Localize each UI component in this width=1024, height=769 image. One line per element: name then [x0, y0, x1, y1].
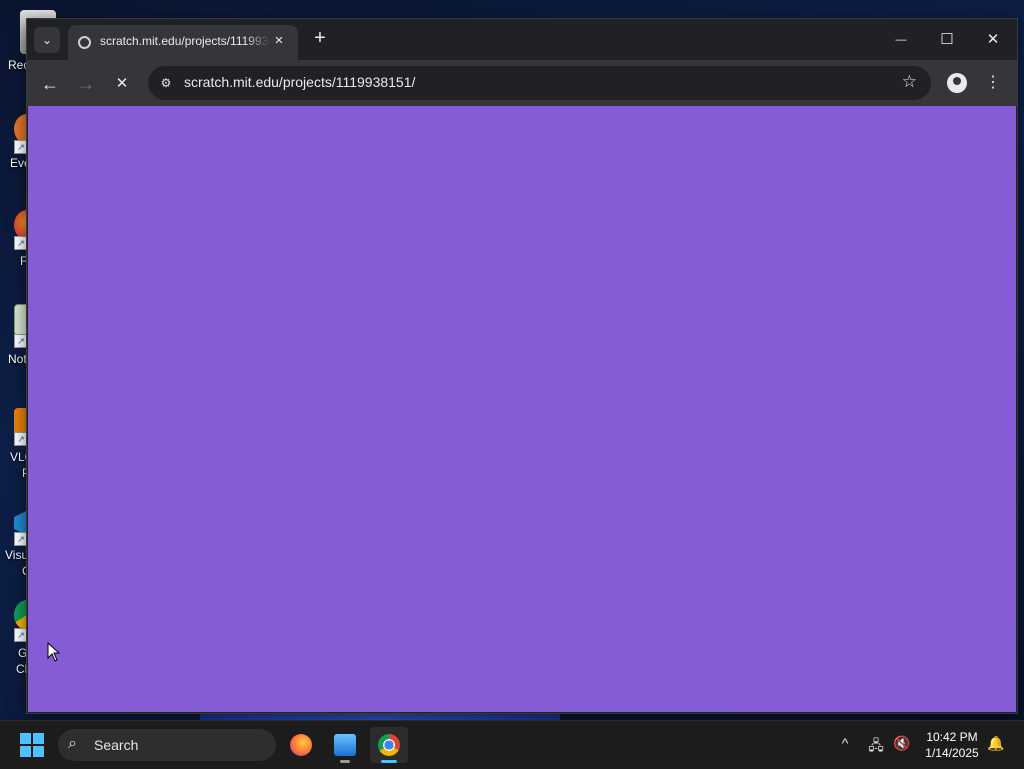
tab-active[interactable]: scratch.mit.edu/projects/1119938151/ ×	[68, 25, 298, 60]
shortcut-arrow-icon: ↗	[14, 334, 28, 348]
taskbar-clock[interactable]: 10:42 PM 1/14/2025	[916, 729, 988, 761]
tab-search-button[interactable]: ⌄	[34, 27, 60, 53]
show-hidden-icons-button[interactable]: ^	[835, 735, 855, 751]
chrome-icon	[378, 734, 400, 756]
clock-date: 1/14/2025	[925, 746, 979, 760]
running-indicator	[340, 760, 350, 763]
windows-logo-icon	[20, 733, 31, 744]
taskbar-app-firefox[interactable]	[282, 727, 320, 763]
bookmark-star-icon[interactable]: ☆	[902, 72, 917, 92]
forward-button[interactable]: →	[72, 70, 100, 98]
search-icon: ⌕	[68, 735, 77, 752]
address-bar[interactable]: ⚙ scratch.mit.edu/projects/1119938151/ ☆	[148, 66, 931, 100]
tab-strip: ⌄ scratch.mit.edu/projects/1119938151/ ×…	[27, 19, 1017, 60]
page-content[interactable]	[28, 106, 1016, 712]
shortcut-arrow-icon: ↗	[14, 628, 28, 642]
taskbar: ⌕ Search ^ 🖧 🔇 10:42 PM 1/14/2025 🔔	[0, 720, 1024, 769]
running-indicator	[381, 760, 397, 763]
url-text[interactable]: scratch.mit.edu/projects/1119938151/	[184, 74, 415, 90]
profile-avatar-icon[interactable]	[947, 73, 967, 93]
shortcut-arrow-icon: ↗	[14, 140, 28, 154]
taskbar-app-photos[interactable]	[326, 727, 364, 763]
network-icon[interactable]: 🖧	[866, 735, 886, 759]
shortcut-arrow-icon: ↗	[14, 532, 28, 546]
chevron-down-icon: ⌄	[41, 33, 53, 47]
tab-title: scratch.mit.edu/projects/1119938151/	[100, 34, 270, 48]
taskbar-search[interactable]: ⌕ Search	[58, 729, 276, 761]
notifications-bell-icon[interactable]: 🔔	[986, 735, 1006, 752]
back-button[interactable]: ←	[36, 70, 64, 98]
loading-spinner-icon	[78, 36, 91, 49]
volume-muted-icon[interactable]: 🔇	[892, 735, 912, 752]
clock-time: 10:42 PM	[926, 730, 978, 744]
browser-menu-button[interactable]: ⋮	[983, 71, 1003, 95]
shortcut-arrow-icon: ↗	[14, 236, 28, 250]
maximize-button[interactable]: ☐	[924, 25, 970, 55]
firefox-icon	[290, 734, 312, 756]
start-button[interactable]	[20, 733, 44, 757]
site-info-icon[interactable]: ⚙	[157, 74, 175, 92]
taskbar-app-chrome[interactable]	[370, 727, 408, 763]
taskbar-search-label: Search	[94, 737, 139, 753]
browser-window[interactable]: ⌄ scratch.mit.edu/projects/1119938151/ ×…	[27, 19, 1017, 713]
minimize-button[interactable]: —	[878, 25, 924, 55]
tab-close-button[interactable]: ×	[270, 32, 288, 50]
new-tab-button[interactable]: +	[309, 28, 331, 50]
browser-toolbar: ← → ✕ ⚙ scratch.mit.edu/projects/1119938…	[27, 60, 1017, 106]
photos-icon	[334, 734, 356, 756]
close-window-button[interactable]: ✕	[970, 25, 1016, 55]
shortcut-arrow-icon: ↗	[14, 432, 28, 446]
stop-loading-button[interactable]: ✕	[108, 70, 136, 98]
